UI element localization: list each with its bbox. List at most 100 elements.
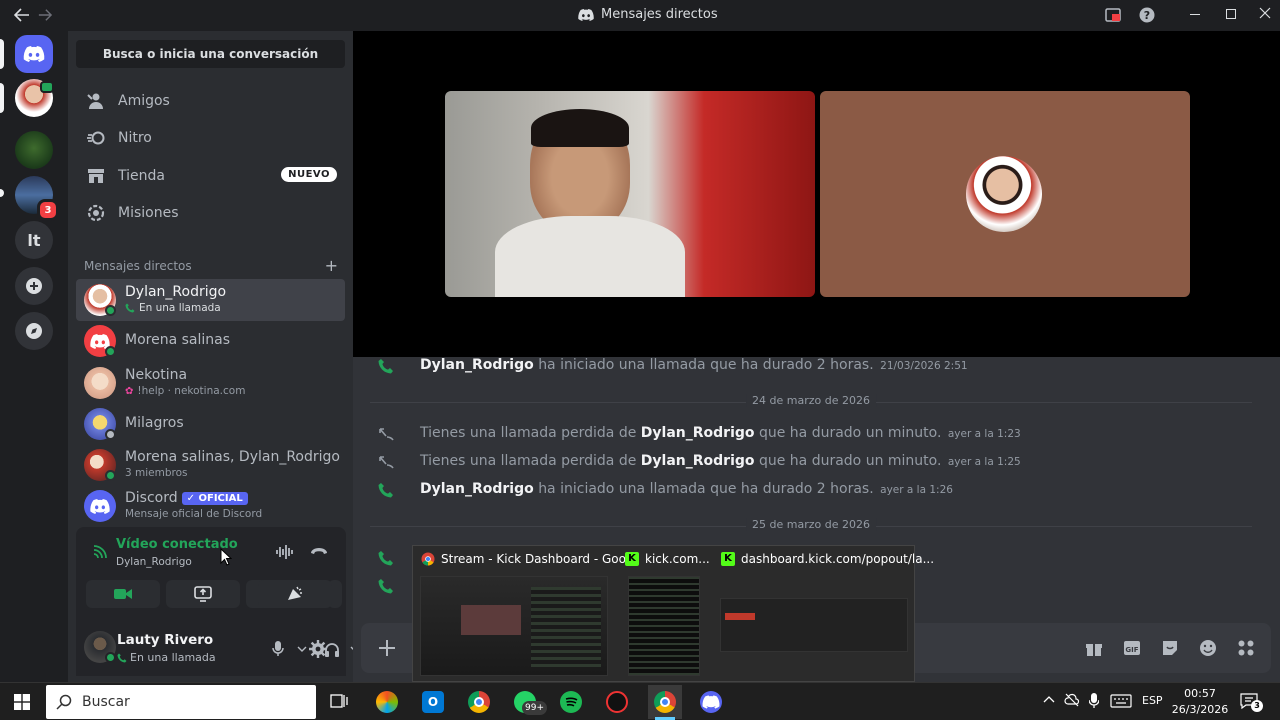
server-unread-dot: [0, 189, 4, 197]
camera-button[interactable]: [86, 580, 160, 608]
search-icon: [56, 694, 72, 710]
camera-icon: [114, 588, 132, 600]
onedrive-offline-icon[interactable]: [1064, 693, 1080, 707]
preview-tab-2[interactable]: K kick.com...: [625, 552, 710, 566]
message-username[interactable]: Dylan_Rodrigo: [641, 453, 755, 469]
nav-nitro[interactable]: Nitro: [76, 120, 345, 156]
maximize-button[interactable]: [1226, 9, 1236, 19]
preview-tab-1[interactable]: Stream - Kick Dashboard - Goo...: [421, 552, 637, 566]
unread-indicator: [0, 83, 4, 113]
preview-tab-3[interactable]: K dashboard.kick.com/popout/la...: [721, 552, 934, 566]
preview-thumbnail-1[interactable]: [420, 576, 608, 676]
phone-icon: [125, 303, 135, 313]
search-placeholder: Buscar: [82, 694, 130, 710]
mic-tray-icon[interactable]: [1089, 693, 1099, 709]
call-started-icon: [378, 482, 396, 500]
app-icon-dark[interactable]: [606, 691, 628, 713]
forward-arrow-icon[interactable]: [38, 8, 52, 22]
search-conversation-button[interactable]: Busca o inicia una conversación: [76, 40, 345, 68]
message-text: que ha durado un minuto.: [758, 453, 942, 469]
create-dm-plus-icon[interactable]: +: [325, 256, 338, 275]
message-username[interactable]: Dylan_Rodrigo: [420, 357, 534, 373]
server-icon-1[interactable]: [15, 131, 53, 169]
close-button[interactable]: [1259, 7, 1271, 19]
shop-icon: [86, 166, 106, 186]
chrome-app-icon[interactable]: [468, 691, 490, 713]
server-icon-lt[interactable]: lt: [15, 221, 53, 259]
message-username[interactable]: Dylan_Rodrigo: [420, 481, 534, 497]
tray-chevron-up-icon[interactable]: [1043, 695, 1055, 703]
back-arrow-icon[interactable]: [14, 8, 30, 22]
dm-section-header: Mensajes directos +: [84, 256, 338, 275]
preview-thumbnail-2[interactable]: [628, 576, 700, 676]
attach-plus-icon[interactable]: [378, 639, 396, 657]
nav-quests[interactable]: Misiones: [76, 195, 345, 231]
discover-button[interactable]: [15, 312, 53, 350]
gif-icon[interactable]: GIF: [1123, 639, 1141, 657]
nav-friends[interactable]: Amigos: [76, 83, 345, 119]
windows-start-icon[interactable]: [14, 694, 30, 710]
dm-item-dylan[interactable]: Dylan_Rodrigo En una llamada: [76, 279, 345, 321]
clock-time: 00:57: [1184, 687, 1216, 700]
window-title: Mensajes directos: [578, 7, 718, 22]
dm-item-nekotina[interactable]: Nekotina ✿ !help · nekotina.com: [76, 362, 345, 404]
call-started-icon: [378, 550, 396, 568]
emoji-icon[interactable]: [1199, 639, 1217, 657]
disconnect-icon[interactable]: [310, 546, 328, 556]
copilot-app-icon[interactable]: [376, 691, 398, 713]
video-tile-camera[interactable]: [445, 91, 815, 297]
message-username[interactable]: Dylan_Rodrigo: [641, 425, 755, 441]
message-call-1: Dylan_Rodrigo ha iniciado una llamada qu…: [420, 357, 968, 373]
friends-icon: [86, 91, 106, 111]
sticker-icon[interactable]: [1161, 639, 1179, 657]
message-timestamp: ayer a la 1:26: [880, 484, 953, 496]
phone-icon: [117, 653, 127, 663]
call-started-icon: [378, 578, 396, 596]
taskbar-search-box[interactable]: Buscar: [46, 685, 316, 719]
nav-shop[interactable]: Tienda NUEVO: [76, 158, 345, 194]
noise-suppression-icon[interactable]: [276, 545, 294, 559]
voice-channel[interactable]: Dylan_Rodrigo: [116, 556, 192, 568]
mic-options-chevron-icon[interactable]: [297, 646, 307, 652]
help-icon[interactable]: ?: [1139, 7, 1155, 23]
dm-subtitle: En una llamada: [125, 302, 221, 314]
dm-subtitle: ✿ !help · nekotina.com: [125, 385, 245, 397]
inbox-icon[interactable]: [1105, 8, 1121, 22]
video-tile-avatar[interactable]: [820, 91, 1190, 297]
taskbar-window-preview: Stream - Kick Dashboard - Goo... K kick.…: [412, 545, 934, 682]
add-server-button[interactable]: [15, 267, 53, 305]
dm-item-milagros[interactable]: Milagros: [76, 403, 345, 445]
keyboard-icon[interactable]: [1110, 694, 1132, 708]
online-status-dot: [105, 346, 116, 357]
dm-item-group[interactable]: Morena salinas, Dylan_Rodrigo 3 miembros: [76, 444, 345, 486]
dm-item-morena[interactable]: Morena salinas: [76, 320, 345, 362]
thumb-chat: [531, 587, 601, 667]
active-indicator: [0, 39, 4, 69]
nitro-icon: [86, 128, 106, 148]
dm-status-text: En una llamada: [139, 302, 221, 314]
gift-icon[interactable]: [1085, 639, 1103, 657]
dm-name: Milagros: [125, 415, 184, 431]
notifications-badge: 3: [1251, 700, 1263, 712]
soundboard-button[interactable]: [258, 580, 332, 608]
language-indicator[interactable]: ESP: [1142, 694, 1163, 707]
discord-app-icon[interactable]: [700, 691, 722, 713]
minimize-button[interactable]: [1190, 14, 1200, 15]
message-missed-1: Tienes una llamada perdida de Dylan_Rodr…: [420, 425, 1021, 441]
dm-name: Morena salinas: [125, 332, 231, 348]
outlook-app-icon[interactable]: O: [422, 691, 444, 713]
chrome-app-icon-active[interactable]: [654, 691, 676, 713]
preview-thumbnail-3[interactable]: [720, 598, 908, 652]
svg-text:?: ?: [1144, 9, 1150, 22]
dm-item-discord[interactable]: Discord ✓ OFICIAL Mensaje oficial de Disc…: [76, 485, 345, 527]
task-view-icon[interactable]: [330, 693, 348, 709]
settings-gear-icon[interactable]: [309, 640, 327, 658]
system-clock[interactable]: 00:57 26/3/2026: [1170, 686, 1230, 718]
home-button[interactable]: [15, 35, 53, 73]
missed-call-icon: [378, 426, 396, 444]
spotify-app-icon[interactable]: [560, 691, 582, 713]
apps-icon[interactable]: [1237, 639, 1255, 657]
microphone-icon[interactable]: [272, 641, 284, 657]
screen-share-button[interactable]: [166, 580, 240, 608]
official-badge-text: OFICIAL: [198, 493, 243, 504]
